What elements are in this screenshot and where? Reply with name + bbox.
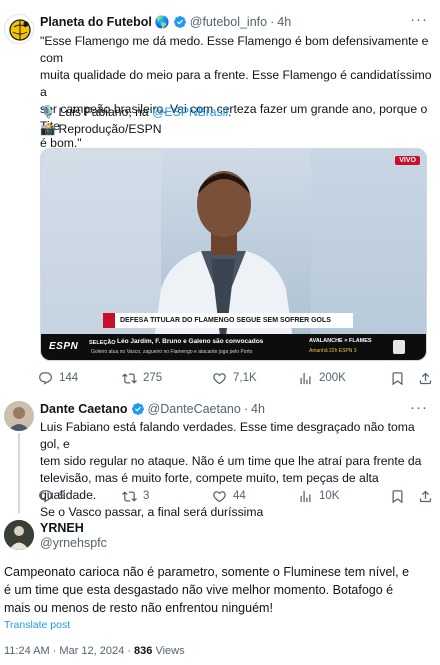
tweet-yrneh-focused[interactable]: YRNEH @yrnehspfc Campeonato carioca não … xyxy=(0,513,440,665)
author-handle[interactable]: @futebol_info xyxy=(190,15,267,29)
dot-separator: · xyxy=(270,15,275,29)
avatar[interactable] xyxy=(4,520,34,550)
bookmark-button[interactable] xyxy=(390,371,411,386)
views-button[interactable]: 200K xyxy=(298,371,346,386)
espn-brasil-mention-link[interactable]: @ESPNBrasil xyxy=(152,105,228,119)
credit-line-speaker: 🎙️ Luis Fabiano, na @ESPNBrasil. xyxy=(40,104,435,121)
tweet-line: Campeonato carioca não é parametro, some… xyxy=(4,565,410,579)
retweet-button[interactable]: 3 xyxy=(122,489,149,504)
share-button[interactable] xyxy=(418,371,439,386)
more-options-icon[interactable]: ··· xyxy=(410,399,428,416)
reply-count: 9 xyxy=(59,490,66,502)
reply-icon xyxy=(39,371,52,385)
avatar[interactable] xyxy=(4,401,34,431)
views-label: Views xyxy=(152,645,185,657)
retweet-icon xyxy=(122,372,137,384)
reply-button[interactable]: 9 xyxy=(38,489,65,504)
ticker-right-title: AVALANCHE × FLAMES xyxy=(309,338,372,344)
verified-badge-icon xyxy=(173,16,186,28)
views-count: 836 xyxy=(134,645,153,657)
avatar-photo xyxy=(4,401,34,431)
views-count: 200K xyxy=(319,372,346,384)
like-count: 44 xyxy=(233,490,246,502)
share-icon xyxy=(419,372,432,384)
avatar-photo xyxy=(4,520,34,550)
like-button[interactable]: 7,1K xyxy=(212,371,257,386)
tweet-planeta-do-futebol[interactable]: Planeta do Futebol 🌎 @futebol_info · 4h … xyxy=(0,0,440,395)
author-handle[interactable]: @yrnehspfc xyxy=(40,536,107,550)
author-name[interactable]: Dante Caetano xyxy=(40,402,128,416)
tweet-line: "Esse Flamengo me dá medo. Esse Flamengo… xyxy=(40,34,429,65)
credit-line-photo: 📸 Reprodução/ESPN xyxy=(40,122,162,136)
tweet-line: muita qualidade do meio para a frente. E… xyxy=(40,68,432,99)
ticker-bar: ESPN SELEÇÃO Léo Jardim, F. Bruno e Gale… xyxy=(41,334,426,360)
headline-banner-text: DEFESA TITULAR DO FLAMENGO SEGUE SEM SOF… xyxy=(120,317,331,324)
planeta-logo-icon xyxy=(6,16,33,43)
bookmark-icon xyxy=(392,371,403,385)
views-button[interactable]: 10K xyxy=(298,489,339,504)
ticker-label: SELEÇÃO xyxy=(89,340,116,346)
retweet-button[interactable]: 275 xyxy=(122,371,162,386)
views-count: 10K xyxy=(319,490,340,502)
share-icon xyxy=(419,490,432,502)
heart-icon xyxy=(213,490,226,502)
tv-studio-photo xyxy=(41,149,426,360)
avatar[interactable] xyxy=(4,14,34,44)
analytics-icon xyxy=(300,490,311,502)
retweet-count: 3 xyxy=(143,490,150,502)
tweet-line: Luis Fabiano está falando verdades. Esse… xyxy=(40,420,415,451)
ticker-title: Léo Jardim, F. Bruno e Galeno são convoc… xyxy=(117,338,264,345)
credit-period: . xyxy=(228,105,232,119)
headline-banner: DEFESA TITULAR DO FLAMENGO SEGUE SEM SOF… xyxy=(103,313,353,328)
live-badge: VIVO xyxy=(395,156,420,165)
heart-icon xyxy=(213,372,226,384)
ticker-right-subtitle: Amanhã 22h ESPN 3 xyxy=(309,348,357,354)
more-options-icon[interactable]: ··· xyxy=(410,11,428,28)
reply-button[interactable]: 144 xyxy=(38,371,78,386)
tweet-text: Luis Fabiano está falando verdades. Esse… xyxy=(40,419,435,521)
author-name[interactable]: YRNEH xyxy=(40,521,84,535)
dot-separator: · xyxy=(243,402,249,416)
league-logo-icon xyxy=(393,340,405,354)
retweet-icon xyxy=(122,490,137,502)
bookmark-button[interactable] xyxy=(390,489,411,504)
retweet-count: 275 xyxy=(143,372,163,384)
globe-emoji-icon: 🌎 xyxy=(154,15,170,29)
tweet-time[interactable]: 4h xyxy=(251,402,265,416)
tweet-text: Campeonato carioca não é parametro, some… xyxy=(4,563,434,617)
author-name[interactable]: Planeta do Futebol xyxy=(40,15,152,29)
analytics-icon xyxy=(300,372,311,384)
espn-logo-text: ESPN xyxy=(49,341,79,352)
timestamp-text[interactable]: 11:24 AM · Mar 12, 2024 · xyxy=(4,645,134,657)
tweet-media-image[interactable]: VIVO DEFESA TITULAR DO FLAMENGO SEGUE SE… xyxy=(40,148,427,361)
bookmark-icon xyxy=(392,489,403,503)
tweet-timestamp: 11:24 AM · Mar 12, 2024 · 836 Views xyxy=(4,643,185,660)
author-handle[interactable]: @DanteCaetano xyxy=(148,402,241,416)
like-button[interactable]: 44 xyxy=(212,489,246,504)
tweet-line: mais ou menos de resto não enfrentou nin… xyxy=(4,601,273,615)
tweet-line: tem sido regular no ataque. Não é um tim… xyxy=(40,454,422,468)
like-count: 7,1K xyxy=(233,372,257,384)
tweet-time[interactable]: 4h xyxy=(277,15,291,29)
reply-count: 144 xyxy=(59,372,79,384)
translate-post-link[interactable]: Translate post xyxy=(4,617,70,634)
credit-speaker-text: 🎙️ Luis Fabiano, na xyxy=(40,105,153,119)
share-button[interactable] xyxy=(418,489,439,504)
tweet-line: é um time que esta desgastado não vive m… xyxy=(4,583,394,597)
tweet-dante-caetano[interactable]: Dante Caetano @DanteCaetano · 4h ··· Lui… xyxy=(0,395,440,519)
reply-icon xyxy=(39,489,52,503)
ticker-subtitle: Goleiro atua no Vasco, zagueiro no Flame… xyxy=(91,349,253,355)
verified-badge-icon xyxy=(131,403,144,415)
